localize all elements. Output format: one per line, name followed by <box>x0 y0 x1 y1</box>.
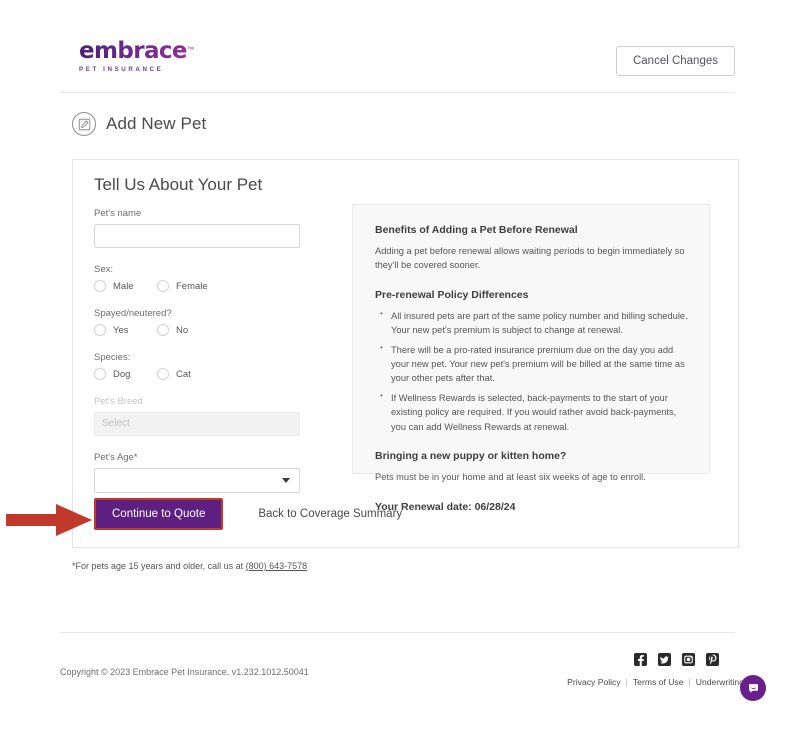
copyright-text: Copyright © 2023 Embrace Pet Insurance. … <box>60 667 309 677</box>
radio-label: Female <box>176 280 208 292</box>
footer-links: Privacy Policy | Terms of Use | Underwri… <box>567 677 744 687</box>
terms-of-use-link[interactable]: Terms of Use <box>633 677 684 687</box>
spayed-label: Spayed/neutered? <box>94 308 172 319</box>
radio-circle-icon <box>157 368 169 380</box>
page-title-row: Add New Pet <box>72 112 206 136</box>
chat-bubble-icon <box>748 683 758 693</box>
logo-wordmark: embrace <box>79 38 188 64</box>
radio-spayed-yes[interactable]: Yes <box>94 324 157 336</box>
info-paragraph-new-pet: Pets must be in your home and at least s… <box>375 472 646 483</box>
radio-circle-icon <box>157 324 169 336</box>
pet-name-label: Pet's name <box>94 208 142 219</box>
link-separator: | <box>625 677 628 687</box>
chevron-down-icon <box>282 478 290 483</box>
footnote-text: *For pets age 15 years and older, call u… <box>72 561 246 571</box>
logo-tagline: PET INSURANCE <box>79 66 164 73</box>
red-arrow-annotation <box>4 500 96 545</box>
page-root: embrace™ PET INSURANCE Cancel Changes Ad… <box>0 0 804 751</box>
footer-divider <box>60 632 735 633</box>
edit-square-icon <box>72 112 96 136</box>
radio-sex-female[interactable]: Female <box>157 280 220 292</box>
radio-circle-icon <box>94 280 106 292</box>
list-item: All insured pets are part of the same po… <box>380 308 689 338</box>
link-separator: | <box>688 677 691 687</box>
page-title: Add New Pet <box>106 114 207 133</box>
embrace-logo[interactable]: embrace™ PET INSURANCE <box>79 38 194 74</box>
add-pet-card: Tell Us About Your Pet Pet's name Sex: M… <box>72 159 739 548</box>
pet-name-input[interactable] <box>94 224 300 248</box>
renewal-date-text: Your Renewal date: 06/28/24 <box>375 501 516 514</box>
radio-spayed-no[interactable]: No <box>157 324 220 336</box>
spayed-radio-group: Yes No <box>94 324 329 336</box>
radio-label: Yes <box>113 324 129 336</box>
pet-breed-placeholder: Select <box>102 418 130 429</box>
species-label: Species: <box>94 352 131 363</box>
list-item: There will be a pro-rated insurance prem… <box>380 342 689 386</box>
pet-age-label: Pet's Age* <box>94 452 138 463</box>
chat-widget-button[interactable] <box>740 675 766 701</box>
radio-species-dog[interactable]: Dog <box>94 368 157 380</box>
back-to-coverage-summary-link[interactable]: Back to Coverage Summary <box>258 508 402 520</box>
info-heading-benefits: Benefits of Adding a Pet Before Renewal <box>375 224 578 236</box>
pet-age-select[interactable] <box>94 468 300 493</box>
card-actions: Continue to Quote Back to Coverage Summa… <box>94 498 402 530</box>
continue-to-quote-button[interactable]: Continue to Quote <box>94 498 224 530</box>
facebook-icon[interactable] <box>634 653 647 666</box>
sex-radio-group: Male Female <box>94 280 329 292</box>
trademark-icon: ™ <box>186 46 194 54</box>
card-title: Tell Us About Your Pet <box>94 175 263 194</box>
pet-breed-select[interactable]: Select <box>94 412 300 436</box>
sex-label: Sex: <box>94 264 114 275</box>
radio-species-cat[interactable]: Cat <box>157 368 220 380</box>
radio-label: No <box>176 324 189 336</box>
radio-circle-icon <box>94 324 106 336</box>
pet-form: Pet's name Sex: Male Female Spayed/neute… <box>94 208 329 493</box>
footnote: *For pets age 15 years and older, call u… <box>72 561 307 571</box>
info-paragraph-benefits: Adding a pet before renewal allows waiti… <box>375 246 685 271</box>
radio-circle-icon <box>94 368 106 380</box>
species-radio-group: Dog Cat <box>94 368 329 380</box>
list-item: If Wellness Rewards is selected, back-pa… <box>380 390 689 434</box>
twitter-icon[interactable] <box>658 653 671 666</box>
info-bullet-list: All insured pets are part of the same po… <box>375 308 689 434</box>
instagram-icon[interactable] <box>682 653 695 666</box>
site-header: embrace™ PET INSURANCE Cancel Changes <box>60 36 735 91</box>
radio-sex-male[interactable]: Male <box>94 280 157 292</box>
radio-label: Dog <box>113 368 131 380</box>
radio-label: Cat <box>176 368 191 380</box>
social-links <box>634 653 719 666</box>
info-heading-new-pet: Bringing a new puppy or kitten home? <box>375 450 567 463</box>
privacy-policy-link[interactable]: Privacy Policy <box>567 677 620 687</box>
support-phone-link[interactable]: (800) 643-7578 <box>246 561 308 571</box>
radio-label: Male <box>113 280 134 292</box>
underwriting-link[interactable]: Underwriting <box>696 677 744 687</box>
cancel-changes-button[interactable]: Cancel Changes <box>615 46 735 76</box>
header-divider <box>60 92 735 93</box>
pet-breed-label: Pet's Breed <box>94 396 143 407</box>
info-panel: Benefits of Adding a Pet Before Renewal … <box>352 204 710 513</box>
pinterest-icon[interactable] <box>706 653 719 666</box>
info-heading-differences: Pre-renewal Policy Differences <box>375 288 529 301</box>
radio-circle-icon <box>157 280 169 292</box>
